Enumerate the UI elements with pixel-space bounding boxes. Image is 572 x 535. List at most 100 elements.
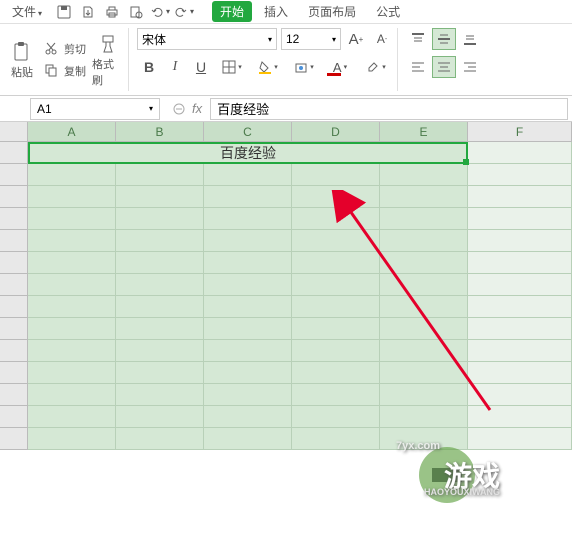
tab-home[interactable]: 开始 [212, 1, 252, 22]
col-header[interactable]: C [204, 122, 292, 142]
cell[interactable] [468, 164, 572, 186]
cell[interactable] [204, 340, 292, 362]
cell[interactable] [292, 384, 380, 406]
cell[interactable] [204, 318, 292, 340]
cell[interactable] [116, 428, 204, 450]
cell[interactable] [380, 164, 468, 186]
cell[interactable] [292, 186, 380, 208]
col-header[interactable]: A [28, 122, 116, 142]
cell[interactable] [116, 252, 204, 274]
print-preview-icon[interactable] [126, 2, 146, 22]
cell[interactable] [116, 208, 204, 230]
cell[interactable] [28, 362, 116, 384]
cell[interactable] [292, 164, 380, 186]
print-icon[interactable] [102, 2, 122, 22]
row-header[interactable] [0, 252, 28, 274]
row-header[interactable] [0, 318, 28, 340]
cell[interactable] [116, 274, 204, 296]
font-size-select[interactable]: 12 ▾ [281, 28, 341, 50]
cell[interactable] [28, 318, 116, 340]
paste-button[interactable]: 粘贴 [6, 30, 38, 90]
cell[interactable] [28, 406, 116, 428]
highlight-button[interactable]: ▾ [359, 56, 393, 78]
cut-button[interactable]: 剪切 [40, 39, 90, 59]
row-header[interactable] [0, 428, 28, 450]
increase-font-button[interactable]: A+ [345, 28, 367, 50]
cell[interactable] [468, 274, 572, 296]
col-header[interactable]: E [380, 122, 468, 142]
undo-icon[interactable]: ▾ [150, 2, 170, 22]
formula-input[interactable]: 百度经验 [210, 98, 568, 120]
cell[interactable] [380, 274, 468, 296]
cell[interactable] [204, 164, 292, 186]
cell[interactable] [380, 252, 468, 274]
name-box[interactable]: A1 ▾ [30, 98, 160, 120]
cell[interactable] [28, 252, 116, 274]
row-header[interactable] [0, 362, 28, 384]
cell[interactable] [380, 208, 468, 230]
cell[interactable] [116, 230, 204, 252]
cell[interactable] [28, 164, 116, 186]
cell[interactable] [28, 384, 116, 406]
cell[interactable] [204, 186, 292, 208]
cell[interactable] [116, 186, 204, 208]
cell[interactable] [292, 230, 380, 252]
save-icon[interactable] [54, 2, 74, 22]
row-header[interactable] [0, 384, 28, 406]
cell[interactable] [292, 406, 380, 428]
align-right-button[interactable] [458, 56, 482, 78]
cell[interactable] [380, 186, 468, 208]
cell[interactable] [28, 186, 116, 208]
row-header[interactable] [0, 142, 28, 164]
cell[interactable] [28, 340, 116, 362]
fill-handle[interactable] [463, 159, 469, 165]
cell[interactable] [116, 384, 204, 406]
cell[interactable] [380, 318, 468, 340]
redo-icon[interactable]: ▾ [174, 2, 194, 22]
cell[interactable] [204, 208, 292, 230]
cell[interactable] [468, 252, 572, 274]
cell[interactable] [468, 230, 572, 252]
align-top-button[interactable] [406, 28, 430, 50]
cell[interactable] [116, 164, 204, 186]
cell[interactable] [380, 384, 468, 406]
tab-page-layout[interactable]: 页面布局 [300, 1, 364, 22]
cell[interactable] [292, 428, 380, 450]
cell[interactable] [28, 230, 116, 252]
align-bottom-button[interactable] [458, 28, 482, 50]
cell[interactable] [116, 362, 204, 384]
col-header[interactable]: D [292, 122, 380, 142]
cell[interactable] [468, 318, 572, 340]
export-icon[interactable] [78, 2, 98, 22]
col-header[interactable]: B [116, 122, 204, 142]
row-header[interactable] [0, 208, 28, 230]
cell[interactable] [468, 384, 572, 406]
col-header[interactable]: F [468, 122, 572, 142]
cell[interactable] [380, 362, 468, 384]
cell[interactable] [292, 296, 380, 318]
row-header[interactable] [0, 406, 28, 428]
cell[interactable] [116, 406, 204, 428]
cell[interactable] [292, 362, 380, 384]
cell[interactable] [468, 340, 572, 362]
cell-style-button[interactable]: ▾ [287, 56, 321, 78]
cancel-icon[interactable] [172, 102, 186, 116]
cell[interactable] [292, 252, 380, 274]
copy-button[interactable]: 复制 [40, 61, 90, 81]
cell[interactable] [468, 208, 572, 230]
fill-color-button[interactable]: ▾ [251, 56, 285, 78]
bold-button[interactable]: B [137, 56, 161, 78]
row-header[interactable] [0, 274, 28, 296]
cell[interactable] [116, 318, 204, 340]
cell[interactable] [28, 296, 116, 318]
cell[interactable] [380, 340, 468, 362]
cell[interactable] [116, 340, 204, 362]
cell[interactable] [380, 296, 468, 318]
font-name-select[interactable]: 宋体 ▾ [137, 28, 277, 50]
cell[interactable] [204, 384, 292, 406]
row-header[interactable] [0, 296, 28, 318]
row-header[interactable] [0, 230, 28, 252]
cell[interactable] [28, 428, 116, 450]
row-header[interactable] [0, 186, 28, 208]
italic-button[interactable]: I [163, 56, 187, 78]
